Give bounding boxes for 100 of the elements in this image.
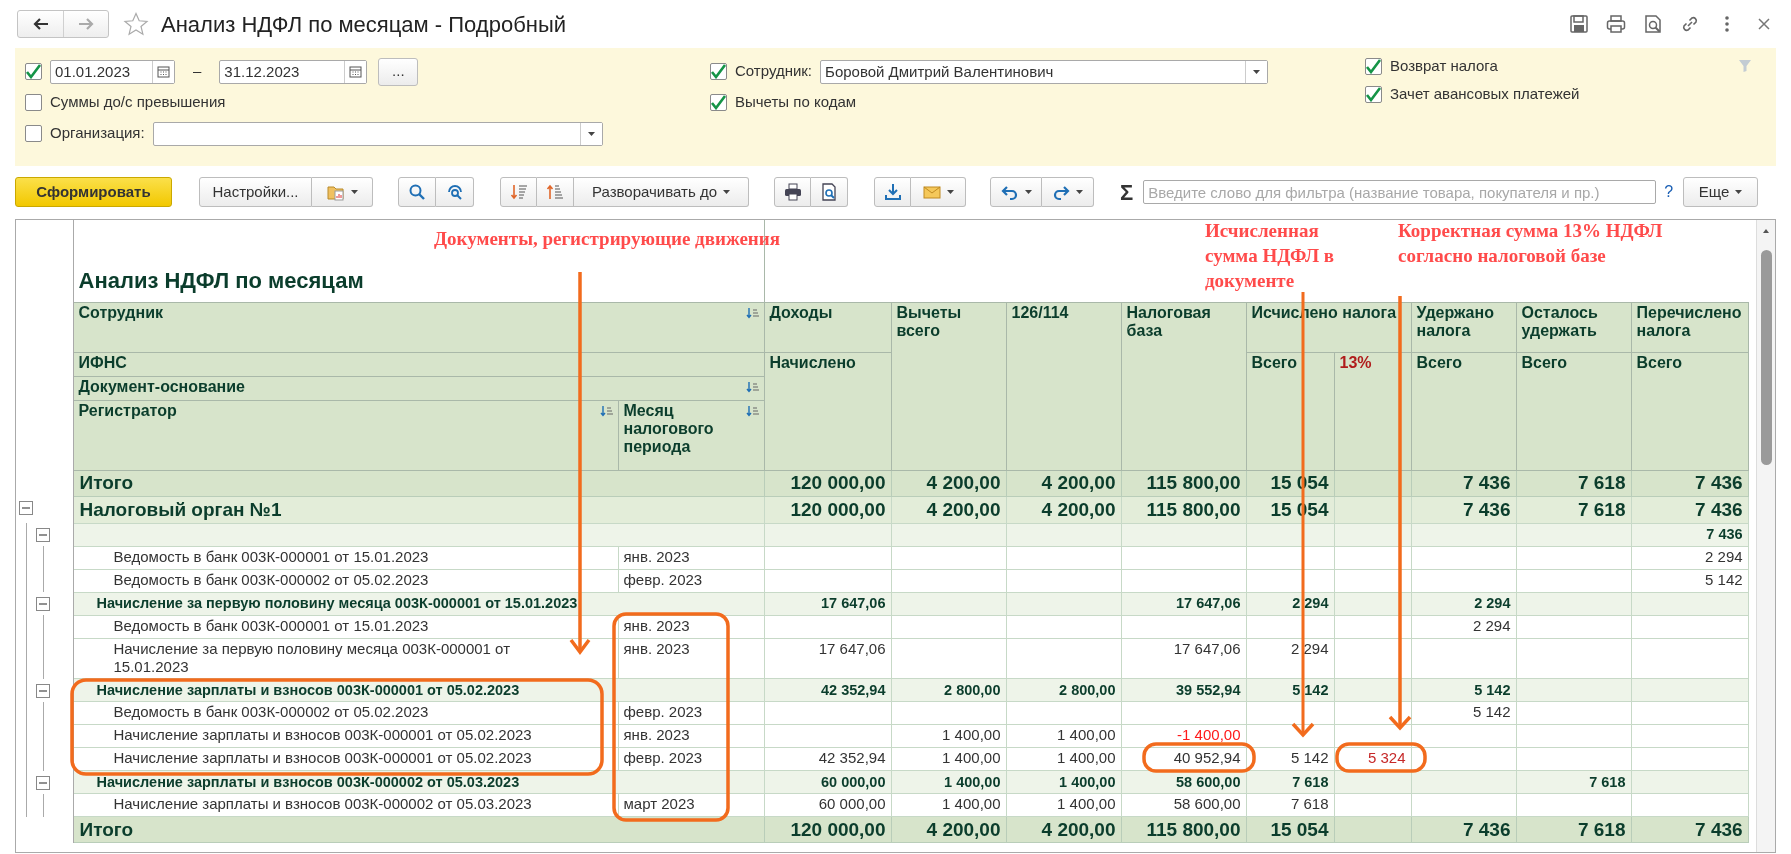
find-button[interactable] (398, 177, 436, 207)
search-refresh-icon (445, 183, 464, 201)
scroll-thumb[interactable] (1761, 250, 1772, 465)
calendar-icon (157, 65, 170, 78)
column-header: Налоговая база (1126, 303, 1211, 339)
left-arrow-icon (31, 17, 50, 31)
table-cell: 5 142 (1631, 569, 1749, 592)
download-button[interactable] (874, 177, 911, 207)
star-icon[interactable] (123, 12, 149, 36)
settings-button[interactable]: Настройки... (199, 177, 312, 207)
collapse-icon[interactable] (36, 775, 50, 790)
table-cell: 4 200,00 (1006, 496, 1121, 523)
row-label: Налоговый орган №1 (73, 496, 764, 523)
column-header: Месяц налогового периода (623, 401, 714, 456)
sort-icon[interactable] (745, 380, 759, 393)
column-header: Перечислено налога (1636, 303, 1742, 339)
sort-ascending-button[interactable] (537, 177, 574, 207)
table-cell: 7 618 (1516, 470, 1631, 496)
column-header: Удержано налога (1416, 303, 1494, 339)
print-button[interactable] (774, 177, 811, 207)
report-options-button[interactable] (312, 177, 373, 207)
checkbox[interactable] (25, 63, 42, 80)
table-cell: 120 000,00 (764, 496, 891, 523)
column-header: Вычеты всего (896, 303, 962, 339)
field-label: Организация: (50, 123, 145, 144)
checkbox[interactable] (25, 125, 42, 142)
table-cell: 17 647,06 (764, 638, 891, 679)
collapse-icon[interactable] (36, 528, 50, 542)
report-title: Анализ НДФЛ по месяцам (78, 268, 364, 294)
scroll-up-icon[interactable] (1763, 229, 1769, 233)
table-cell: 115 800,00 (1121, 496, 1246, 523)
generate-button[interactable]: Сформировать (15, 177, 172, 207)
sort-icon[interactable] (599, 404, 613, 417)
sum-button[interactable]: Σ (1114, 175, 1140, 209)
caret-icon (1253, 69, 1261, 74)
sort-descending-button[interactable] (500, 177, 537, 207)
employee-field[interactable]: Боровой Дмитрий Валентинович (820, 59, 1269, 84)
redo-arrow-icon (1052, 183, 1070, 201)
table-cell: 7 618 (1516, 770, 1631, 794)
table-cell: 4 200,00 (891, 496, 1006, 523)
sort-icon[interactable] (745, 404, 759, 417)
printer-icon (783, 183, 802, 201)
table-cell: 1 400,00 (1006, 770, 1121, 794)
table-cell: 7 436 (1411, 470, 1516, 496)
collapse-icon[interactable] (36, 597, 50, 611)
column-header: Регистратор (78, 401, 177, 419)
calendar-button[interactable] (344, 60, 367, 83)
redo-button[interactable] (1042, 177, 1094, 207)
checkbox[interactable] (1365, 85, 1382, 103)
table-cell: 42 352,94 (764, 678, 891, 702)
caret-icon (1024, 190, 1032, 194)
printer-icon[interactable] (1606, 14, 1626, 34)
more-button[interactable]: Еще (1683, 177, 1759, 207)
column-header: Сотрудник (78, 303, 163, 321)
sort-descending-icon (509, 183, 528, 201)
checkbox[interactable] (710, 63, 727, 80)
table-cell: 1 400,00 (1006, 793, 1121, 817)
caret-icon (350, 190, 358, 194)
help-link[interactable]: ? (1656, 180, 1682, 204)
expand-to-button[interactable]: Разворачивать до (574, 177, 749, 207)
row-label: Итого (73, 816, 764, 843)
dropdown-button[interactable] (1245, 60, 1268, 83)
save-icon[interactable] (1569, 14, 1589, 34)
table-cell: 7 436 (1631, 496, 1749, 523)
table-cell: 1 400,00 (1006, 724, 1121, 748)
row-label: Ведомость в банк 003К-000001 от 15.01.2023 (73, 615, 618, 638)
table-cell: 120 000,00 (764, 816, 891, 843)
table-cell: 4 200,00 (891, 470, 1006, 496)
sort-icon[interactable] (745, 306, 759, 319)
column-header: Осталось удержать (1521, 303, 1598, 339)
caret-icon (723, 190, 730, 194)
preview-icon[interactable] (1643, 14, 1663, 34)
undo-button[interactable] (990, 177, 1042, 207)
row-label: Ведомость в банк 003К-000002 от 05.02.2023 (73, 569, 618, 592)
link-icon[interactable] (1680, 14, 1700, 34)
undo-arrow-icon (1000, 183, 1019, 201)
caret-icon (1076, 190, 1083, 194)
row-label: Ведомость в банк 003К-000002 от 05.02.2023 (73, 701, 618, 725)
column-header: 126/114 (1011, 303, 1069, 321)
checkbox[interactable] (710, 94, 727, 111)
month-cell: янв. 2023 (618, 546, 764, 569)
mail-button[interactable] (911, 177, 966, 207)
more-button[interactable]: ... (378, 57, 419, 86)
preview-button[interactable] (811, 177, 848, 207)
search-field[interactable]: Введите слово для фильтра (название товара, покупателя и пр.) (1143, 180, 1657, 204)
row-label: Итого (73, 470, 764, 496)
checkbox-label: Суммы до/с превышения (50, 92, 226, 113)
collapse-icon[interactable] (36, 683, 50, 698)
column-header: Всего (1636, 353, 1683, 371)
checkbox[interactable] (1365, 57, 1382, 75)
scrollbar[interactable] (1756, 220, 1775, 852)
table-cell: 42 352,94 (764, 747, 891, 771)
table-cell: 17 647,06 (1121, 638, 1246, 679)
calendar-button[interactable] (152, 60, 174, 83)
month-cell: февр. 2023 (618, 569, 764, 592)
collapse-icon[interactable] (19, 501, 33, 515)
column-header: Документ-основание (78, 377, 245, 395)
find-next-button[interactable] (436, 177, 474, 207)
checkbox[interactable] (25, 94, 42, 111)
organization-field[interactable] (152, 121, 603, 146)
